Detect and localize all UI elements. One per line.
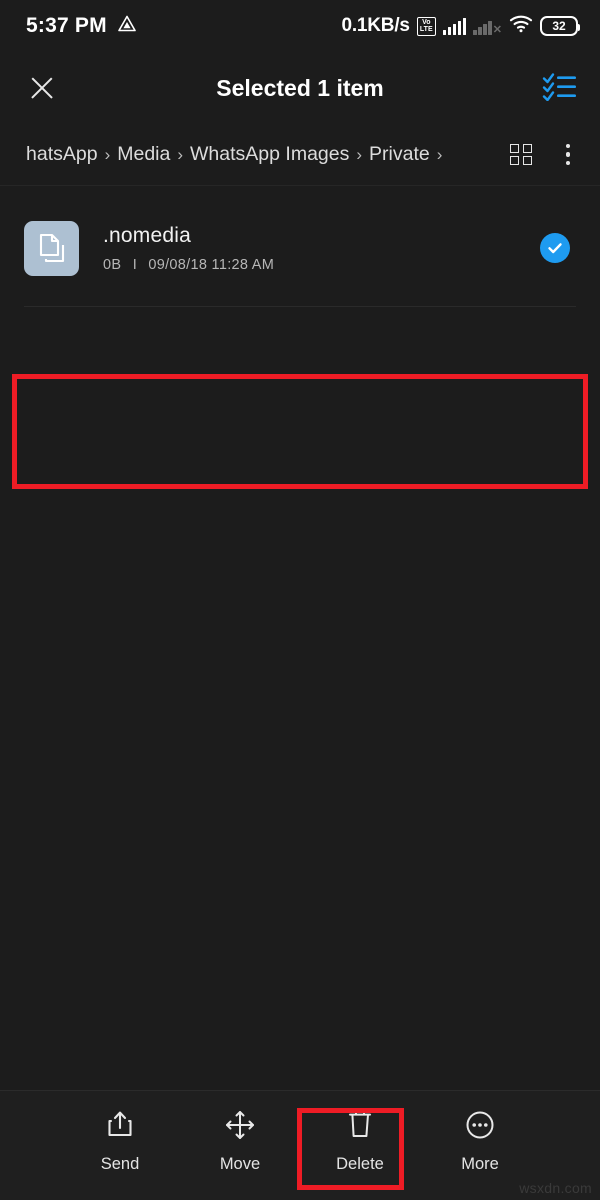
close-selection-button[interactable] xyxy=(22,68,62,108)
more-circle-icon xyxy=(464,1108,496,1142)
select-all-button[interactable] xyxy=(542,71,578,106)
watermark: wsxdn.com xyxy=(519,1180,592,1196)
select-all-icon xyxy=(542,71,578,106)
bottom-action-bar: Send Move Delete More xyxy=(0,1090,600,1200)
list-divider xyxy=(24,306,576,307)
breadcrumb-item-1[interactable]: Media xyxy=(117,143,170,166)
triangle-app-icon xyxy=(117,14,137,39)
volte-icon-bottom: LTE xyxy=(419,26,433,33)
breadcrumb-item-0[interactable]: hatsApp xyxy=(26,143,98,166)
grid-view-icon[interactable] xyxy=(510,143,532,166)
wifi-icon xyxy=(509,14,533,38)
delete-label: Delete xyxy=(336,1154,384,1173)
more-options-icon[interactable] xyxy=(558,140,579,170)
file-details: 0B I 09/08/18 11:28 AM xyxy=(103,257,540,273)
page-title: Selected 1 item xyxy=(216,74,384,101)
breadcrumb-separator-1: › xyxy=(177,144,184,164)
delete-button[interactable]: Delete xyxy=(317,1108,403,1174)
table-row[interactable]: .nomedia 0B I 09/08/18 11:28 AM xyxy=(0,198,600,298)
status-bar-left: 5:37 PM xyxy=(26,14,137,39)
check-icon xyxy=(548,243,562,254)
row-selected-checkbox[interactable] xyxy=(540,233,570,263)
close-icon xyxy=(22,68,62,108)
file-row-highlight-annotation xyxy=(12,374,588,489)
send-button[interactable]: Send xyxy=(77,1108,163,1174)
status-bar: 5:37 PM 0.1KB/s Vo LTE ✕ 32 xyxy=(0,0,600,52)
breadcrumb: hatsApp › Media › WhatsApp Images › Priv… xyxy=(26,143,510,166)
move-button[interactable]: Move xyxy=(197,1108,283,1174)
selection-app-bar: Selected 1 item xyxy=(0,52,600,124)
breadcrumb-bar: hatsApp › Media › WhatsApp Images › Priv… xyxy=(0,124,600,186)
move-arrows-icon xyxy=(224,1108,256,1142)
file-detail-separator: I xyxy=(132,256,138,273)
volte-icon-top: Vo xyxy=(422,19,431,26)
move-label: Move xyxy=(219,1154,261,1173)
status-bar-right: 0.1KB/s Vo LTE ✕ 32 xyxy=(341,14,580,38)
signal-sim1-icon xyxy=(442,17,467,35)
more-label: More xyxy=(461,1154,499,1173)
file-name: .nomedia xyxy=(103,223,191,247)
file-list: .nomedia 0B I 09/08/18 11:28 AM xyxy=(0,186,600,976)
breadcrumb-separator-2: › xyxy=(356,144,363,164)
signal-sim2-icon: ✕ xyxy=(473,18,502,35)
trash-can-icon xyxy=(346,1108,374,1142)
battery-level: 32 xyxy=(552,19,566,33)
volte-icon: Vo LTE xyxy=(416,16,436,36)
file-date: 09/08/18 11:28 AM xyxy=(148,256,275,273)
breadcrumb-item-3[interactable]: Private xyxy=(369,143,430,166)
send-label: Send xyxy=(100,1154,140,1173)
breadcrumb-separator-0: › xyxy=(104,144,111,164)
breadcrumb-item-2[interactable]: WhatsApp Images xyxy=(190,143,349,166)
battery-icon: 32 xyxy=(540,16,580,36)
more-button[interactable]: More xyxy=(437,1108,523,1174)
file-size: 0B xyxy=(103,256,122,273)
breadcrumb-separator-3: › xyxy=(436,144,443,164)
file-meta: .nomedia 0B I 09/08/18 11:28 AM xyxy=(103,224,540,273)
document-file-icon xyxy=(24,220,79,276)
network-speed: 0.1KB/s xyxy=(341,15,410,36)
status-time: 5:37 PM xyxy=(26,14,107,37)
share-upload-icon xyxy=(105,1108,135,1142)
